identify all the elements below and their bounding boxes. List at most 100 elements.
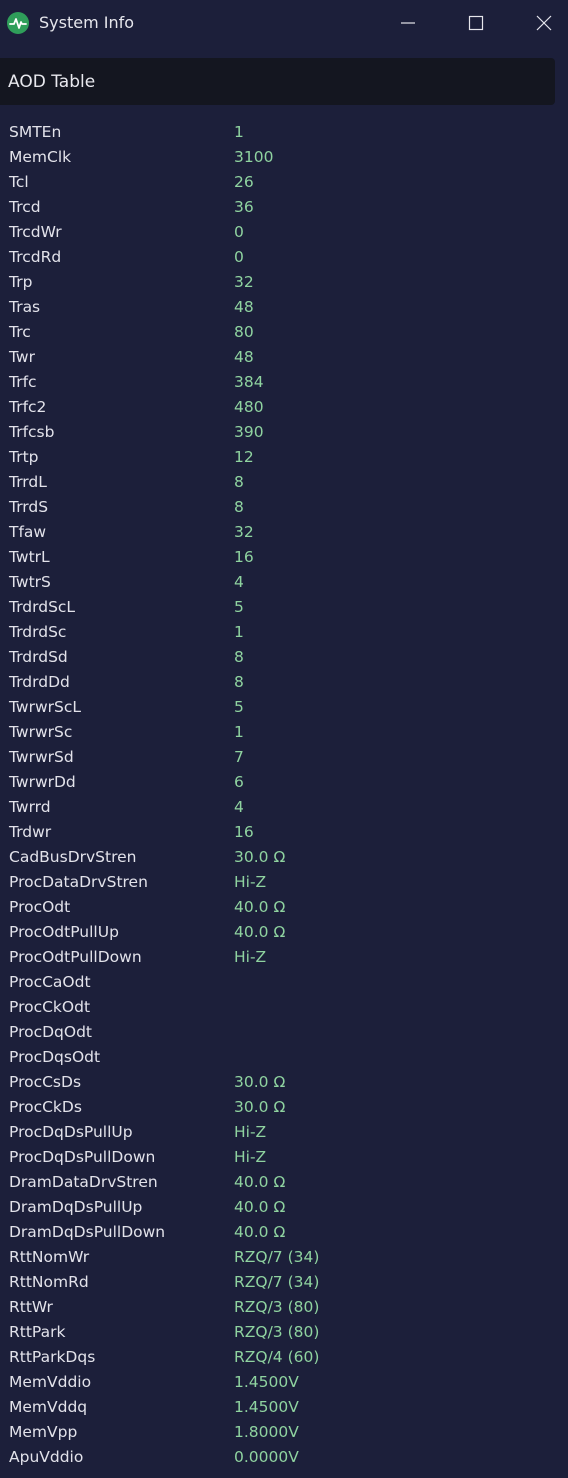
row-key: TrdrdScL (9, 598, 76, 616)
row-value: 4 (234, 798, 244, 816)
table-row: TrdrdDd 8 (0, 670, 568, 695)
table-row: MemVddio 1.4500V (0, 1370, 568, 1395)
table-row: Twr 48 (0, 345, 568, 370)
system-info-window: System Info AOD Table SMTEn 1 MemClk 3100 Tc… (0, 0, 568, 1478)
row-value: 40.0 Ω (234, 1223, 286, 1241)
row-key: MemVddq (9, 1398, 88, 1416)
table-row: TrcdWr 0 (0, 220, 568, 245)
row-key: TwrwrSd (9, 748, 74, 766)
table-row: ProcCkOdt (0, 995, 568, 1020)
row-value: 480 (234, 398, 264, 416)
table-row: TrrdL 8 (0, 470, 568, 495)
row-value: 1.4500V (234, 1373, 299, 1391)
title-bar[interactable]: System Info (0, 0, 568, 46)
table-row: TwrwrDd 6 (0, 770, 568, 795)
row-value: 16 (234, 823, 254, 841)
maximize-button[interactable] (446, 0, 506, 46)
row-value: 8 (234, 498, 244, 516)
row-key: TrcdWr (9, 223, 62, 241)
table-row: TrrdS 8 (0, 495, 568, 520)
table-row: TwrwrSc 1 (0, 720, 568, 745)
row-key: ProcOdtPullDown (9, 948, 142, 966)
row-value: Hi-Z (234, 1123, 267, 1141)
table-row: RttPark RZQ/3 (80) (0, 1320, 568, 1345)
table-row: ProcOdtPullUp 40.0 Ω (0, 920, 568, 945)
row-value: 30.0 Ω (234, 1098, 286, 1116)
row-key: TwrwrDd (9, 773, 76, 791)
row-key: ProcDqDsPullUp (9, 1123, 133, 1141)
row-value: 80 (234, 323, 254, 341)
close-button[interactable] (514, 0, 568, 46)
row-key: RttNomRd (9, 1273, 89, 1291)
table-row: SMTEn 1 (0, 120, 568, 145)
row-value: 1 (234, 623, 244, 641)
row-value: RZQ/3 (80) (234, 1298, 320, 1316)
table-row: RttNomRd RZQ/7 (34) (0, 1270, 568, 1295)
row-key: TwtrL (9, 548, 50, 566)
section-title: AOD Table (8, 72, 96, 92)
row-key: ProcOdt (9, 898, 71, 916)
table-row: ProcOdtPullDown Hi-Z (0, 945, 568, 970)
row-key: DramDqDsPullUp (9, 1198, 143, 1216)
table-row: TwrwrScL 5 (0, 695, 568, 720)
maximize-icon (468, 15, 484, 31)
row-value: 1 (234, 723, 244, 741)
table-row: Twrrd 4 (0, 795, 568, 820)
row-key: Trdwr (9, 823, 52, 841)
row-value: 3100 (234, 148, 274, 166)
minimize-button[interactable] (378, 0, 438, 46)
row-key: ProcOdtPullUp (9, 923, 119, 941)
row-value: 40.0 Ω (234, 1173, 286, 1191)
row-key: Tras (9, 298, 41, 316)
window-title: System Info (39, 13, 135, 32)
aod-table: SMTEn 1 MemClk 3100 Tcl 26 Trcd 36 TrcdWr 0 TrcdRd… (0, 120, 568, 1470)
row-value: 5 (234, 598, 244, 616)
row-key: TwrwrSc (9, 723, 73, 741)
row-value: 48 (234, 348, 254, 366)
row-value: 1.4500V (234, 1398, 299, 1416)
table-row: Trc 80 (0, 320, 568, 345)
row-key: DramDqDsPullDown (9, 1223, 166, 1241)
row-value: 30.0 Ω (234, 848, 286, 866)
table-row: TrdrdSd 8 (0, 645, 568, 670)
row-key: MemVpp (9, 1423, 78, 1441)
row-key: ApuVddio (9, 1448, 84, 1466)
row-key: MemVddio (9, 1373, 92, 1391)
row-value: 30.0 Ω (234, 1073, 286, 1091)
row-key: ProcCsDs (9, 1073, 82, 1091)
row-value: 0.0000V (234, 1448, 299, 1466)
table-row: ApuVddio 0.0000V (0, 1445, 568, 1470)
row-key: ProcDqDsPullDown (9, 1148, 156, 1166)
row-value: 8 (234, 473, 244, 491)
table-row: Trfc 384 (0, 370, 568, 395)
table-row: Trp 32 (0, 270, 568, 295)
table-row: RttParkDqs RZQ/4 (60) (0, 1345, 568, 1370)
table-row: ProcOdt 40.0 Ω (0, 895, 568, 920)
row-value: 26 (234, 173, 254, 191)
row-key: TrdrdSd (9, 648, 68, 666)
row-key: ProcDqOdt (9, 1023, 93, 1041)
table-row: Tras 48 (0, 295, 568, 320)
row-value: 8 (234, 673, 244, 691)
row-value: Hi-Z (234, 873, 267, 891)
row-value: RZQ/4 (60) (234, 1348, 320, 1366)
row-value: 40.0 Ω (234, 923, 286, 941)
row-value: 16 (234, 548, 254, 566)
table-row: Trfc2 480 (0, 395, 568, 420)
row-key: TrcdRd (9, 248, 62, 266)
table-row: RttNomWr RZQ/7 (34) (0, 1245, 568, 1270)
minimize-icon (401, 22, 415, 24)
row-key: Tfaw (9, 523, 47, 541)
row-value: 1 (234, 123, 244, 141)
row-key: Trp (9, 273, 33, 291)
row-key: Trfc2 (9, 398, 47, 416)
row-key: ProcCkDs (9, 1098, 82, 1116)
table-row: MemClk 3100 (0, 145, 568, 170)
row-value: 12 (234, 448, 254, 466)
row-key: TrrdS (9, 498, 49, 516)
row-key: MemClk (9, 148, 72, 166)
row-key: TwtrS (9, 573, 51, 591)
row-key: Tcl (9, 173, 29, 191)
row-key: Trfcsb (9, 423, 55, 441)
table-row: Trdwr 16 (0, 820, 568, 845)
